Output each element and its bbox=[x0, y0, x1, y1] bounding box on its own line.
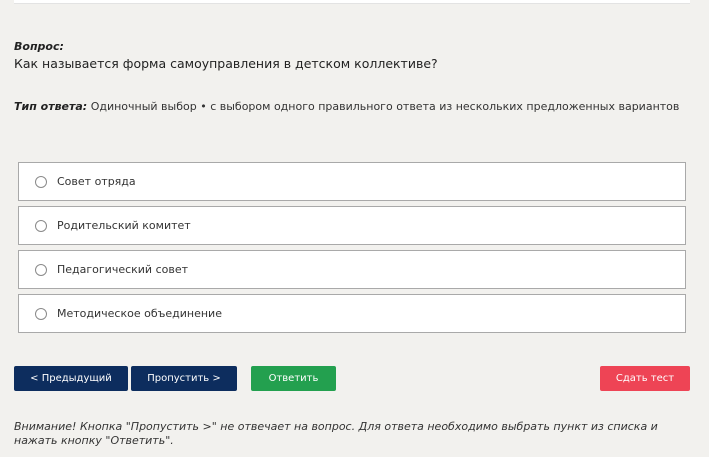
option-label: Методическое объединение bbox=[57, 307, 222, 320]
question-text: Как называется форма самоуправления в де… bbox=[14, 56, 438, 71]
answer-options: Совет отряда Родительский комитет Педаго… bbox=[18, 162, 686, 338]
option-label: Родительский комитет bbox=[57, 219, 191, 232]
option-label: Совет отряда bbox=[57, 175, 136, 188]
option-4[interactable]: Методическое объединение bbox=[18, 294, 686, 333]
question-label: Вопрос: bbox=[14, 40, 64, 53]
answer-type-value: Одиночный выбор • с выбором одного прави… bbox=[90, 100, 680, 113]
submit-test-button[interactable]: Сдать тест bbox=[600, 366, 690, 391]
answer-type: Тип ответа: Одиночный выбор • с выбором … bbox=[14, 100, 679, 113]
radio-button[interactable] bbox=[35, 219, 47, 232]
radio-button[interactable] bbox=[35, 175, 47, 188]
option-2[interactable]: Родительский комитет bbox=[18, 206, 686, 245]
option-label: Педагогический совет bbox=[57, 263, 189, 276]
option-3[interactable]: Педагогический совет bbox=[18, 250, 686, 289]
previous-button[interactable]: < Предыдущий bbox=[14, 366, 128, 391]
top-panel-edge bbox=[14, 0, 690, 4]
radio-button[interactable] bbox=[35, 307, 47, 320]
answer-type-label: Тип ответа: bbox=[14, 100, 88, 113]
radio-button[interactable] bbox=[35, 263, 47, 276]
answer-button[interactable]: Ответить bbox=[251, 366, 336, 391]
option-1[interactable]: Совет отряда bbox=[18, 162, 686, 201]
warning-note: Внимание! Кнопка "Пропустить >" не отвеч… bbox=[14, 420, 658, 447]
skip-button[interactable]: Пропустить > bbox=[131, 366, 237, 391]
